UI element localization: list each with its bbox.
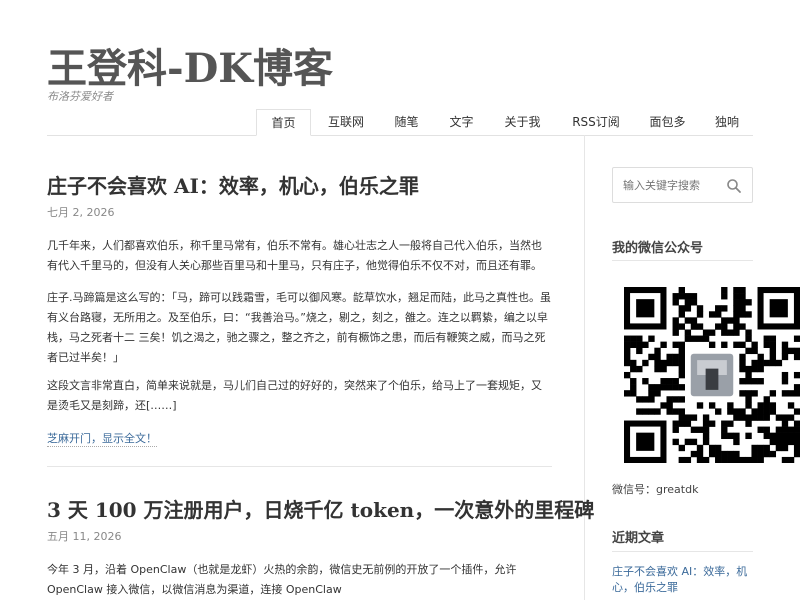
post-title[interactable]: 3 天 100 万注册用户，日烧千亿 token，一次意外的里程碑 — [47, 494, 594, 523]
search-icon[interactable] — [726, 178, 742, 194]
widget-divider — [612, 260, 753, 261]
nav-item-about[interactable]: 关于我 — [495, 109, 550, 135]
post-paragraph: 今年 3 月，沿着 OpenClaw（也就是龙虾）火热的余韵，微信史无前例的开放… — [47, 563, 517, 596]
nav-item-writing[interactable]: 文字 — [439, 109, 484, 135]
nav-item-home[interactable]: 首页 — [256, 109, 311, 136]
recent-post-link[interactable]: 庄子不会喜欢 AI：效率，机心，伯乐之罪 — [612, 564, 752, 596]
sidebar-divider — [584, 135, 585, 600]
nav-item-rss[interactable]: RSS订阅 — [561, 109, 631, 135]
search-input[interactable] — [623, 176, 723, 194]
qr-code-icon — [624, 287, 800, 467]
wechat-id: 微信号：greatdk — [612, 483, 699, 496]
post-title[interactable]: 庄子不会喜欢 AI：效率，机心，伯乐之罪 — [47, 170, 419, 199]
nav-item-internet[interactable]: 互联网 — [316, 109, 376, 135]
nav-item-duxiang[interactable]: 独响 — [707, 109, 747, 135]
site-title[interactable]: 王登科-DK博客 — [47, 36, 333, 94]
post-divider — [47, 466, 552, 467]
nav-item-mianbaoduo[interactable]: 面包多 — [640, 109, 695, 135]
site-description: 布洛芬爱好者 — [47, 90, 113, 103]
widget-divider — [612, 551, 753, 552]
search-box — [612, 167, 753, 203]
post-paragraph: 庄子.马蹄篇是这么写的：「马，蹄可以践霜雪，毛可以御风寒。龁草饮水，翘足而陆，此… — [47, 291, 551, 364]
main-nav: 首页 互联网 随笔 文字 关于我 RSS订阅 面包多 独响 — [47, 109, 753, 136]
wechat-widget-title: 我的微信公众号 — [612, 241, 704, 256]
recent-posts-title: 近期文章 — [612, 531, 665, 546]
post-paragraph: 几千年来，人们都喜欢伯乐，称千里马常有，伯乐不常有。雄心壮志之人一般将自己代入伯… — [47, 239, 542, 272]
nav-item-essays[interactable]: 随笔 — [384, 109, 429, 135]
post-date: 五月 11, 2026 — [47, 530, 122, 543]
read-more-link[interactable]: 芝麻开门，显示全文！ — [47, 430, 157, 447]
post-date: 七月 2, 2026 — [47, 206, 115, 219]
post-paragraph: 这段文言非常直白，简单来说就是，马儿们自己过的好好的，突然来了个伯乐，给马上了一… — [47, 379, 542, 412]
